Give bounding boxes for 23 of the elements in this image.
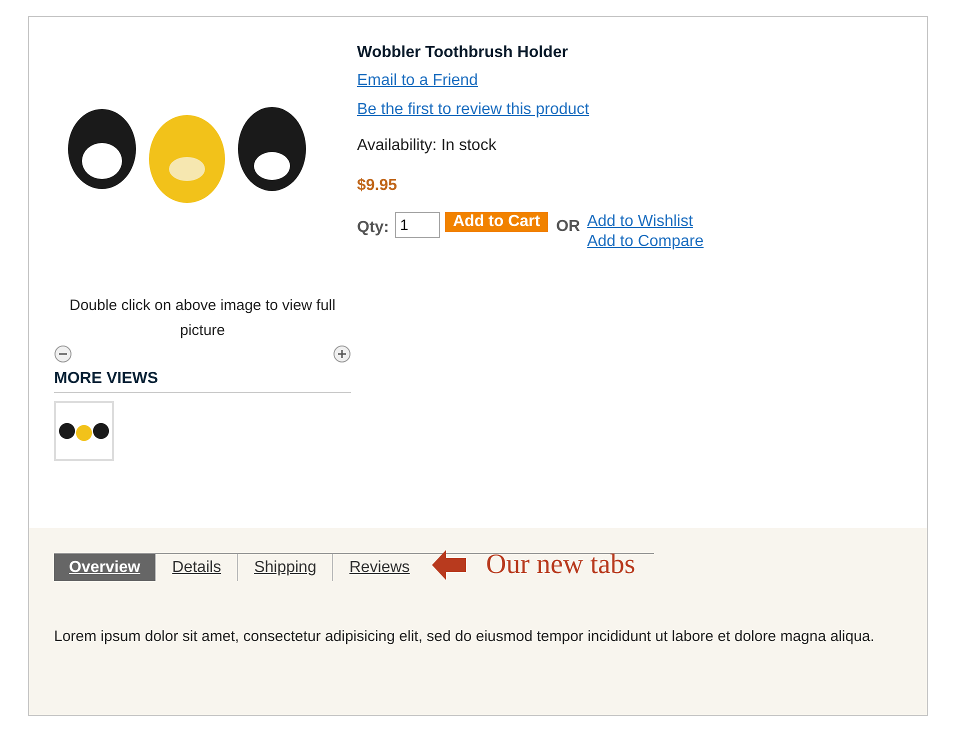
image-caption: Double click on above image to view full picture: [68, 296, 336, 341]
tab[interactable]: Details: [155, 554, 238, 581]
zoom-in-icon[interactable]: [333, 345, 351, 363]
product-link[interactable]: Email to a Friend: [357, 69, 478, 93]
more-views-heading: MORE VIEWS: [54, 367, 351, 393]
left-arrow-icon: [432, 550, 466, 580]
availability-text: Availability: In stock: [357, 136, 498, 156]
product-link[interactable]: Add to Wishlist: [587, 212, 693, 232]
price: $9.95: [357, 176, 398, 196]
qty-label: Qty:: [357, 218, 389, 238]
description-text: Lorem ipsum dolor sit amet, consectetur adipisicing elit, sed do eiusmod tempor incididunt ut labore et dolore magna aliqua.: [54, 627, 876, 647]
product-link[interactable]: Be the first to review this product: [357, 98, 590, 122]
qty-field[interactable]: 1: [395, 212, 440, 238]
tab[interactable]: Shipping: [237, 554, 332, 581]
zoom-out-icon[interactable]: [54, 345, 72, 363]
product-link[interactable]: Add to Compare: [587, 232, 704, 252]
or-text: OR: [556, 217, 580, 237]
product-title: Wobbler Toothbrush Holder: [357, 43, 569, 63]
tab[interactable]: Reviews: [332, 554, 426, 581]
thumbnail[interactable]: [54, 401, 114, 461]
tab[interactable]: Overview: [54, 554, 156, 581]
annotation-text: Our new tabs: [486, 548, 636, 582]
thumbnail-drawing: [58, 420, 110, 442]
